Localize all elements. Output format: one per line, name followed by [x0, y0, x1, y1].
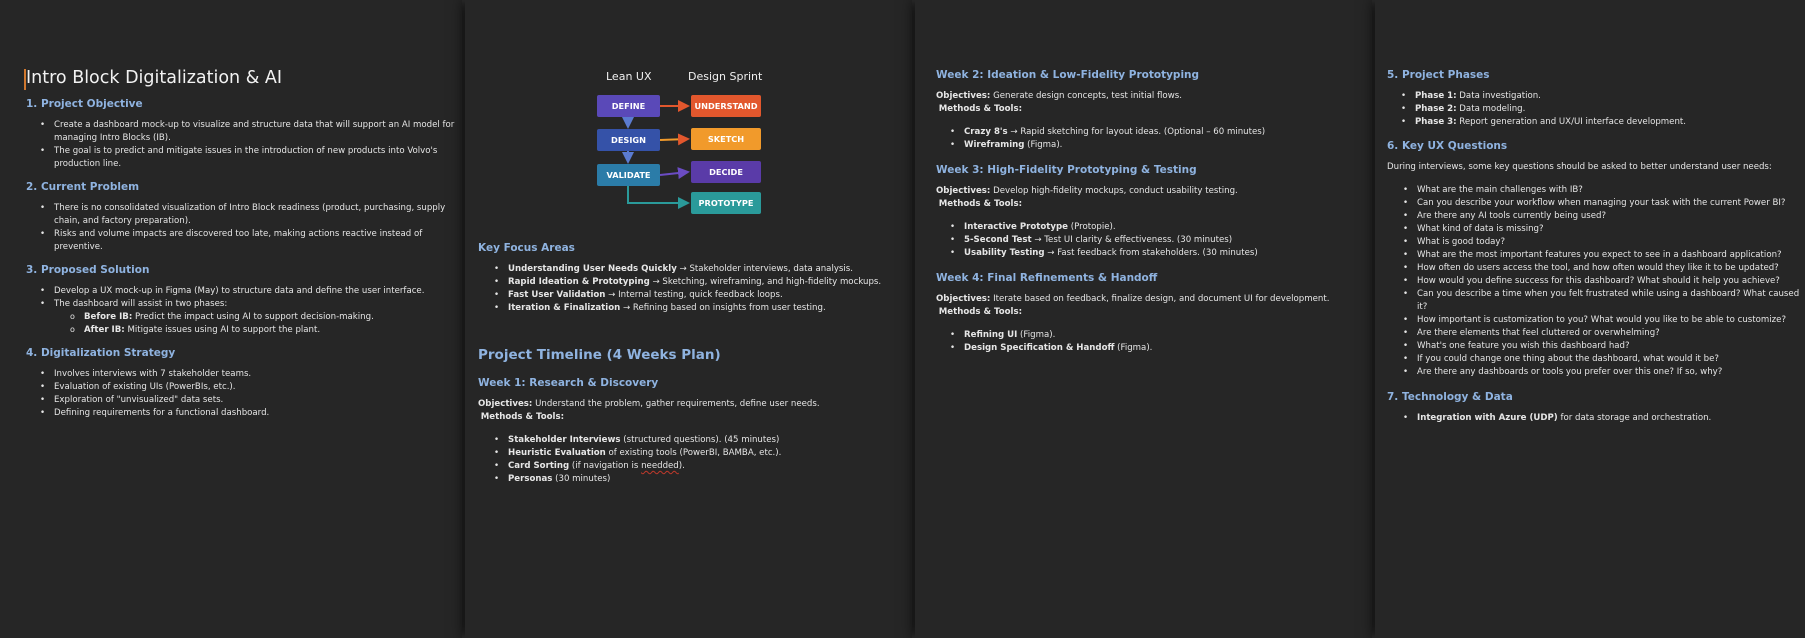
design-box: DESIGN	[597, 129, 660, 151]
week2-objectives: Objectives: Generate design concepts, te…	[936, 91, 1182, 114]
list-item: How often do users access the tool, and …	[1403, 262, 1805, 275]
list-item: Are there elements that feel cluttered o…	[1403, 327, 1805, 340]
list-item: What are the main challenges with IB?	[1403, 184, 1805, 197]
list-item: Defining requirements for a functional d…	[40, 407, 462, 420]
week1-objectives: Objectives: Understand the problem, gath…	[478, 399, 820, 422]
week4-heading: Week 4: Final Refinements & Handoff	[936, 272, 1158, 284]
arrow-validate-decide	[659, 167, 690, 180]
list-item: Before IB: Predict the impact using AI t…	[70, 310, 462, 324]
focus-areas-heading: Key Focus Areas	[478, 242, 575, 254]
list-item: Interactive Prototype (Protopie).	[950, 221, 1372, 234]
text-cursor	[24, 69, 26, 90]
prototype-box: PROTOTYPE	[691, 192, 761, 214]
list-item: Are there any dashboards or tools you pr…	[1403, 366, 1805, 379]
list-item: Personas (30 minutes)	[494, 473, 912, 486]
list-item: Fast User Validation → Internal testing,…	[494, 289, 912, 302]
list-item: The dashboard will assist in two phases:…	[40, 298, 462, 337]
validate-box: VALIDATE	[597, 164, 660, 186]
ux-questions-heading: 6. Key UX Questions	[1387, 140, 1508, 152]
document-page-4: 5. Project Phases Phase 1: Data investig…	[1375, 0, 1805, 638]
document-page-1: Intro Block Digitalization & AI 1. Proje…	[0, 0, 462, 638]
list-item: Card Sorting (if navigation is needded).	[494, 460, 912, 473]
decide-box: DECIDE	[691, 161, 761, 183]
list-item: What's one feature you wish this dashboa…	[1403, 340, 1805, 353]
list-item: What kind of data is missing?	[1403, 223, 1805, 236]
list-item: Phase 1: Data investigation.	[1401, 90, 1805, 103]
list-item: Iteration & Finalization → Refining base…	[494, 302, 912, 315]
week2-heading: Week 2: Ideation & Low-Fidelity Prototyp…	[936, 69, 1200, 81]
list-item: Rapid Ideation & Prototyping → Sketching…	[494, 276, 912, 289]
arrow-design-sketch	[659, 133, 690, 146]
week3-objectives: Objectives: Develop high-fidelity mockup…	[936, 186, 1238, 209]
ux-questions-intro: During interviews, some key questions sh…	[1387, 162, 1772, 172]
design-sprint-header: Design Sprint	[688, 70, 763, 83]
list-item: What are the most important features you…	[1403, 249, 1805, 262]
list-item: If you could change one thing about the …	[1403, 353, 1805, 366]
timeline-heading: Project Timeline (4 Weeks Plan)	[478, 347, 721, 363]
list-item: Heuristic Evaluation of existing tools (…	[494, 447, 912, 460]
document-title[interactable]: Intro Block Digitalization & AI	[24, 68, 462, 90]
list-item: Crazy 8's → Rapid sketching for layout i…	[950, 126, 1372, 139]
section-heading-problem: 2. Current Problem	[26, 181, 140, 193]
list-item: Risks and volume impacts are discovered …	[40, 228, 462, 254]
list-item: Understanding User Needs Quickly → Stake…	[494, 263, 912, 276]
list-item: 5-Second Test → Test UI clarity & effect…	[950, 234, 1372, 247]
week4-methods-list: Refining UI (Figma). Design Specificatio…	[936, 329, 1372, 355]
technology-list: Integration with Azure (UDP) for data st…	[1387, 412, 1805, 425]
list-item: How would you define success for this da…	[1403, 275, 1805, 288]
list-item: Can you describe your workflow when mana…	[1403, 197, 1805, 210]
phases-heading: 5. Project Phases	[1387, 69, 1490, 81]
list-item: Develop a UX mock-up in Figma (May) to s…	[40, 285, 462, 298]
week4-objectives: Objectives: Iterate based on feedback, f…	[936, 294, 1330, 317]
list-item: Integration with Azure (UDP) for data st…	[1403, 412, 1805, 425]
focus-areas-list: Understanding User Needs Quickly → Stake…	[478, 263, 912, 315]
document-page-3: Week 2: Ideation & Low-Fidelity Prototyp…	[915, 0, 1372, 638]
list-item: How important is customization to you? W…	[1403, 314, 1805, 327]
week3-methods-list: Interactive Prototype (Protopie). 5-Seco…	[936, 221, 1372, 260]
list-item: Involves interviews with 7 stakeholder t…	[40, 368, 462, 381]
section-heading-solution: 3. Proposed Solution	[26, 264, 150, 276]
ux-questions-list: What are the main challenges with IB? Ca…	[1387, 184, 1805, 379]
define-box: DEFINE	[597, 95, 660, 117]
list-item: Stakeholder Interviews (structured quest…	[494, 434, 912, 447]
solution-list: Develop a UX mock-up in Figma (May) to s…	[26, 285, 462, 337]
section-heading-objective: 1. Project Objective	[26, 98, 143, 110]
list-item: Create a dashboard mock-up to visualize …	[40, 119, 462, 145]
list-item: Evaluation of existing UIs (PowerBIs, et…	[40, 381, 462, 394]
objective-list: Create a dashboard mock-up to visualize …	[26, 119, 462, 171]
list-item: Phase 3: Report generation and UX/UI int…	[1401, 116, 1805, 129]
list-item: Design Specification & Handoff (Figma).	[950, 342, 1372, 355]
list-item: Phase 2: Data modeling.	[1401, 103, 1805, 116]
problem-list: There is no consolidated visualization o…	[26, 202, 462, 254]
phase-sublist: Before IB: Predict the impact using AI t…	[54, 310, 462, 337]
lean-ux-header: Lean UX	[606, 70, 652, 83]
arrow-validate-prototype	[627, 186, 690, 209]
list-item: Wireframing (Figma).	[950, 139, 1372, 152]
list-item: Can you describe a time when you felt fr…	[1403, 288, 1805, 314]
week3-heading: Week 3: High-Fidelity Prototyping & Test…	[936, 164, 1197, 176]
week2-methods-list: Crazy 8's → Rapid sketching for layout i…	[936, 126, 1372, 152]
strategy-list: Involves interviews with 7 stakeholder t…	[26, 368, 462, 420]
list-item: The goal is to predict and mitigate issu…	[40, 145, 462, 171]
week1-heading: Week 1: Research & Discovery	[478, 377, 659, 389]
document-page-2: Lean UX Design Sprint DEFINE DESIGN VALI…	[465, 0, 912, 638]
phases-list: Phase 1: Data investigation. Phase 2: Da…	[1387, 90, 1805, 129]
list-item: Usability Testing → Fast feedback from s…	[950, 247, 1372, 260]
list-item: What is good today?	[1403, 236, 1805, 249]
sketch-box: SKETCH	[691, 128, 761, 150]
technology-heading: 7. Technology & Data	[1387, 391, 1513, 403]
list-item: Refining UI (Figma).	[950, 329, 1372, 342]
week1-methods-list: Stakeholder Interviews (structured quest…	[478, 434, 912, 486]
list-item: Exploration of "unvisualized" data sets.	[40, 394, 462, 407]
list-item: After IB: Mitigate issues using AI to su…	[70, 323, 462, 337]
lean-ux-design-sprint-diagram[interactable]: Lean UX Design Sprint DEFINE DESIGN VALI…	[478, 0, 912, 240]
misspelled-word[interactable]: needded	[641, 461, 679, 471]
section-heading-strategy: 4. Digitalization Strategy	[26, 347, 176, 359]
list-item: Are there any AI tools currently being u…	[1403, 210, 1805, 223]
list-item: There is no consolidated visualization o…	[40, 202, 462, 228]
understand-box: UNDERSTAND	[691, 95, 761, 117]
